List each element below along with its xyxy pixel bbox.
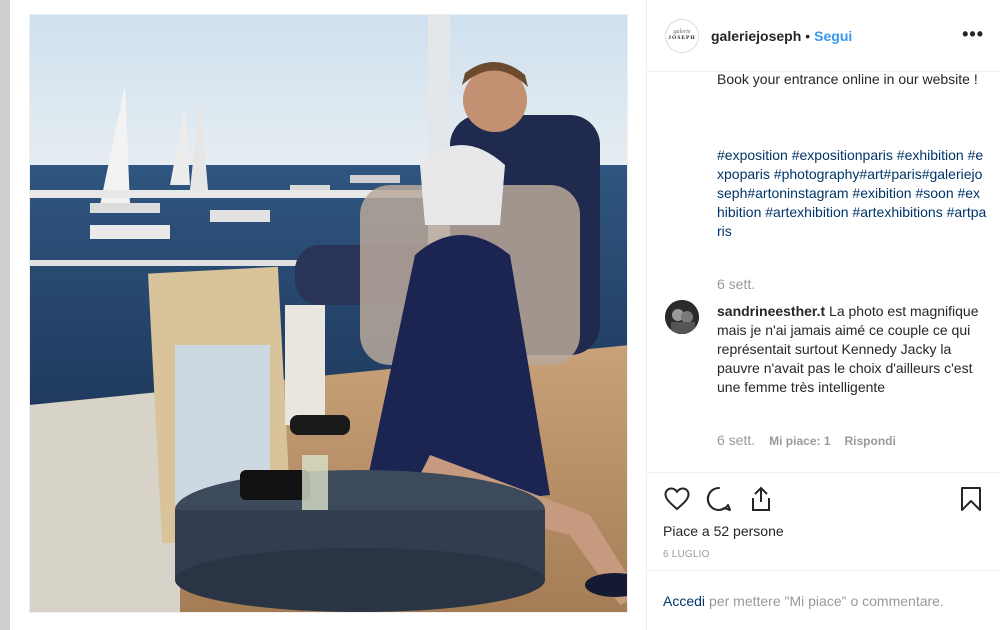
logo-bottom: JOSEPH xyxy=(668,35,696,42)
reply-button[interactable]: Rispondi xyxy=(845,434,896,448)
login-link[interactable]: Accedi xyxy=(663,593,705,609)
comments-list[interactable]: Book your entrance online in our website… xyxy=(647,72,1000,472)
likes-count[interactable]: Piace a 52 persone xyxy=(663,523,784,539)
login-prompt-text: per mettere "Mi piace" o commentare. xyxy=(709,592,944,609)
follow-button[interactable]: Segui xyxy=(814,28,852,44)
post-header: galerie JOSEPH galeriejoseph • Segui ••• xyxy=(647,0,1000,72)
caption-time[interactable]: 6 sett. xyxy=(717,276,755,292)
action-icons xyxy=(663,485,775,513)
comment-avatar-image xyxy=(665,300,699,334)
photo-illustration xyxy=(30,15,627,612)
post-container: galerie JOSEPH galeriejoseph • Segui •••… xyxy=(10,0,1000,630)
share-icon-shape xyxy=(752,486,770,511)
avatar[interactable]: galerie JOSEPH xyxy=(665,18,699,53)
heart-icon[interactable] xyxy=(663,485,691,513)
comment-icon-shape xyxy=(706,486,731,511)
post-side-panel: galerie JOSEPH galeriejoseph • Segui •••… xyxy=(646,0,1000,630)
bookmark-icon[interactable] xyxy=(957,485,985,513)
comment-icon[interactable] xyxy=(705,485,733,513)
comment-meta: 6 sett. Mi piace: 1 Rispondi xyxy=(717,432,896,448)
comment-likes[interactable]: Mi piace: 1 xyxy=(769,434,830,448)
window-edge xyxy=(0,0,10,630)
comment-avatar[interactable] xyxy=(665,300,699,334)
comment-body: sandrineesther.t La photo est magnifique… xyxy=(717,302,987,397)
comment-time[interactable]: 6 sett. xyxy=(717,432,755,448)
actions-bar: Piace a 52 persone 6 LUGLIO xyxy=(647,472,1000,570)
bookmark-icon-shape xyxy=(961,487,981,511)
post-photo[interactable] xyxy=(29,14,628,613)
caption-hashtags[interactable]: #exposition #expositionparis #exhibition… xyxy=(717,146,987,241)
heart-icon-shape xyxy=(664,487,690,511)
more-options-icon[interactable]: ••• xyxy=(962,24,984,45)
share-icon[interactable] xyxy=(747,485,775,513)
comment-username[interactable]: sandrineesther.t xyxy=(717,303,825,319)
login-prompt: Accedi per mettere "Mi piace" o commenta… xyxy=(647,570,1000,630)
post-username[interactable]: galeriejoseph xyxy=(711,28,801,44)
separator-dot: • xyxy=(805,27,811,44)
caption-text: Book your entrance online in our website… xyxy=(717,72,978,87)
post-date: 6 LUGLIO xyxy=(663,549,710,560)
